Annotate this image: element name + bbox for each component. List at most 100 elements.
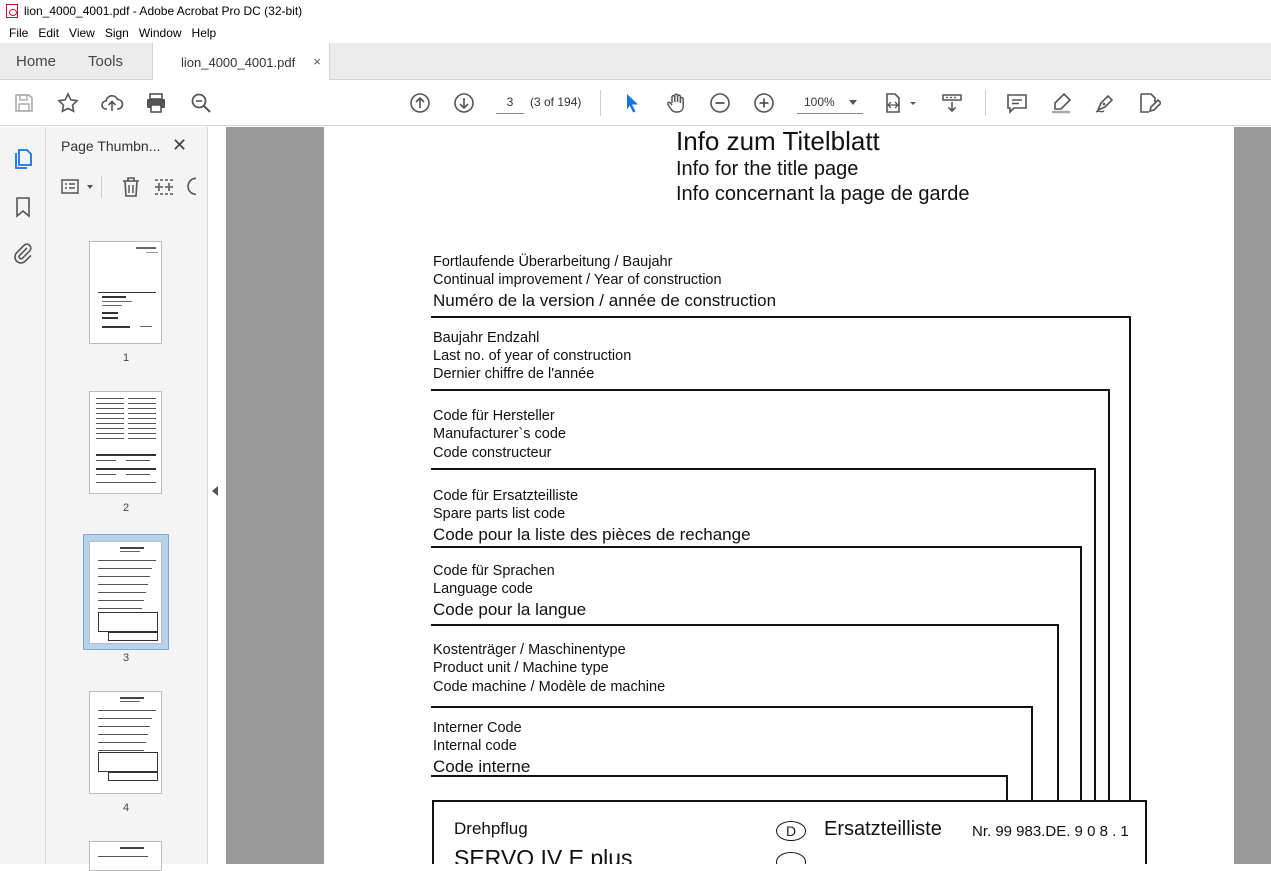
list-title: Ersatzteilliste [824, 818, 942, 840]
extract-pages-icon[interactable] [152, 175, 176, 199]
pdf-page: Info zum Titelblatt Info for the title p… [324, 127, 1234, 864]
thumbnail-label-1: 1 [122, 352, 130, 364]
menu-file[interactable]: File [4, 26, 33, 40]
zoom-value: 100% [804, 95, 835, 109]
main-toolbar: 3 (3 of 194) 100% [0, 80, 1271, 126]
field-label: Code pour la langue [433, 600, 587, 619]
tab-tools[interactable]: Tools [88, 43, 123, 80]
menu-edit[interactable]: Edit [33, 26, 64, 40]
hand-tool-icon[interactable] [664, 91, 688, 115]
draw-pen-icon[interactable] [1093, 91, 1117, 115]
tab-document[interactable]: lion_4000_4001.pdf × [152, 43, 330, 81]
part-number: Nr. 99 983.DE. 9 0 8 . 1 [972, 823, 1129, 840]
select-cursor-icon[interactable] [620, 91, 644, 115]
page-fit-icon[interactable] [884, 91, 920, 115]
fill-sign-icon[interactable] [1137, 91, 1163, 115]
menu-sign[interactable]: Sign [100, 26, 134, 40]
product-model: SERVO IV E plus [454, 845, 633, 864]
field-label: Internal code [433, 738, 517, 754]
comment-icon[interactable] [1005, 91, 1029, 115]
collapse-panel-icon[interactable] [212, 486, 218, 496]
menu-help[interactable]: Help [187, 26, 222, 40]
viewer-margin [1234, 127, 1271, 864]
leader-line [431, 389, 1110, 391]
product-name: Drehpflug [454, 819, 528, 838]
leader-line [1094, 468, 1096, 800]
page-heading-en: Info for the title page [676, 158, 859, 180]
close-tab-icon[interactable]: × [313, 54, 321, 69]
zoom-in-icon[interactable] [752, 91, 776, 115]
acrobat-pdf-icon [6, 4, 18, 18]
leader-line [1108, 389, 1110, 800]
chevron-down-icon[interactable] [87, 185, 93, 189]
tab-document-label: lion_4000_4001.pdf [181, 54, 296, 70]
tab-home[interactable]: Home [16, 43, 56, 80]
thumbnail-label-4: 4 [122, 802, 130, 814]
field-label: Last no. of year of construction [433, 348, 632, 364]
window-title: lion_4000_4001.pdf - Adobe Acrobat Pro D… [24, 4, 303, 18]
leader-line [431, 546, 1082, 548]
page-thumbnail-1[interactable] [89, 241, 162, 344]
zoom-dropdown[interactable]: 100% [797, 91, 863, 114]
tab-bar: Home Tools lion_4000_4001.pdf × [0, 43, 1271, 81]
print-icon[interactable] [144, 91, 168, 115]
scroll-mode-icon[interactable] [940, 91, 964, 115]
menu-window[interactable]: Window [134, 26, 187, 40]
field-label: Numéro de la version / année de construc… [433, 291, 777, 310]
field-label: Fortlaufende Überarbeitung / Baujahr [433, 254, 673, 270]
language-marker: D [776, 821, 806, 841]
field-label: Code machine / Modèle de machine [433, 679, 666, 695]
rotate-page-icon[interactable] [184, 175, 196, 199]
field-label: Interner Code [433, 720, 522, 736]
attachments-icon[interactable] [11, 241, 35, 265]
field-label: Dernier chiffre de l'année [433, 366, 595, 382]
leader-line [1031, 706, 1033, 800]
leader-line [1006, 775, 1008, 800]
page-thumbnails-panel: Page Thumbn... ✕ 1 2 3 4 [46, 127, 246, 871]
delete-page-icon[interactable] [119, 175, 143, 199]
menu-bar: File Edit View Sign Window Help [0, 22, 1271, 43]
bookmarks-icon[interactable] [11, 195, 35, 219]
leader-line [431, 706, 1033, 708]
toolbar-divider [985, 90, 986, 116]
page-heading-fr: Info concernant la page de garde [676, 183, 970, 205]
field-label: Code für Sprachen [433, 563, 555, 579]
field-label: Code pour la liste des pièces de rechang… [433, 525, 751, 544]
document-viewer[interactable]: Info zum Titelblatt Info for the title p… [226, 127, 1271, 864]
leader-line [1057, 624, 1059, 800]
left-navigation-rail [0, 127, 46, 864]
page-thumbnail-5[interactable] [89, 841, 162, 871]
field-label: Code interne [433, 757, 531, 776]
field-label: Product unit / Machine type [433, 660, 609, 676]
field-label: Continual improvement / Year of construc… [433, 272, 722, 288]
previous-page-icon[interactable] [408, 91, 432, 115]
search-icon[interactable] [189, 91, 213, 115]
leader-line [431, 775, 1008, 777]
close-panel-icon[interactable]: ✕ [172, 135, 187, 156]
page-thumbnail-3[interactable] [89, 541, 162, 644]
title-bar: lion_4000_4001.pdf - Adobe Acrobat Pro D… [0, 0, 1271, 22]
menu-view[interactable]: View [64, 26, 100, 40]
page-thumbnail-2[interactable] [89, 391, 162, 494]
field-label: Code für Ersatzteilliste [433, 488, 579, 504]
thumbnail-options-icon[interactable] [60, 175, 84, 199]
page-thumbnail-4[interactable] [89, 691, 162, 794]
field-label: Manufacturer`s code [433, 426, 566, 442]
field-label: Kostenträger / Maschinentype [433, 642, 626, 658]
next-page-icon[interactable] [452, 91, 476, 115]
save-icon[interactable] [12, 91, 36, 115]
page-number-input[interactable]: 3 [496, 91, 524, 114]
upload-cloud-icon[interactable] [100, 91, 124, 115]
panel-toolbar [56, 175, 206, 199]
leader-line [431, 468, 1096, 470]
leader-line [1080, 546, 1082, 800]
zoom-out-icon[interactable] [708, 91, 732, 115]
highlight-pen-icon[interactable] [1049, 91, 1073, 115]
leader-line [431, 624, 1059, 626]
bookmark-star-icon[interactable] [56, 91, 80, 115]
leader-line [431, 316, 1131, 318]
field-label: Language code [433, 581, 533, 597]
field-label: Baujahr Endzahl [433, 330, 540, 346]
field-label: Code für Hersteller [433, 408, 555, 424]
page-thumbnails-icon[interactable] [11, 147, 35, 171]
